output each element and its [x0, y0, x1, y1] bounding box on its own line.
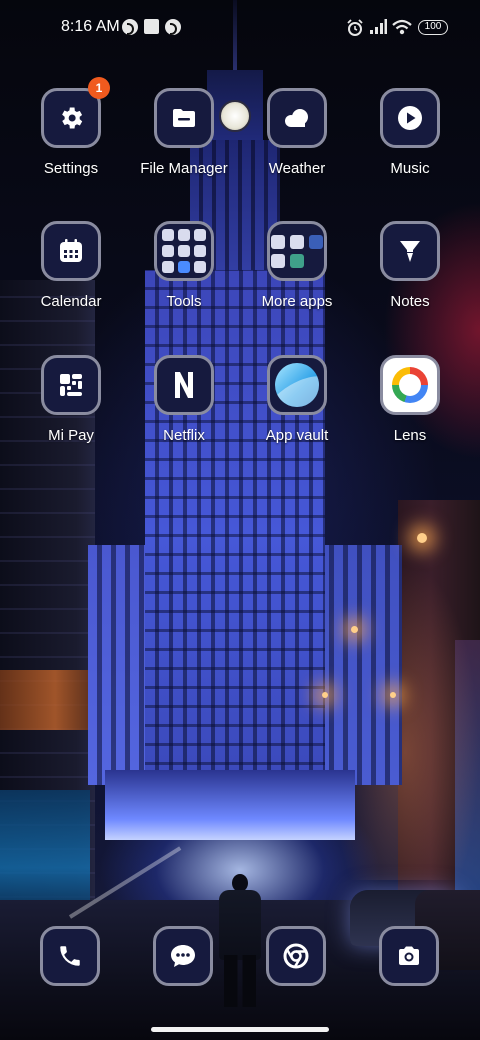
app-label: Music: [390, 160, 430, 177]
app-label: Tools: [166, 293, 202, 310]
app-label: Weather: [268, 160, 326, 177]
notes-icon: [400, 241, 420, 262]
dock-camera[interactable]: [379, 926, 439, 986]
netflix-icon: [175, 372, 193, 398]
tools-folder-tile[interactable]: [154, 221, 214, 281]
tower-base-glow: [105, 770, 355, 840]
weather-tile[interactable]: [267, 88, 327, 148]
app-lens[interactable]: Lens: [352, 355, 468, 444]
app-calendar[interactable]: Calendar: [13, 221, 129, 310]
dock-chrome[interactable]: [266, 926, 326, 986]
app-app-vault[interactable]: App vault: [239, 355, 355, 444]
tower-right-wing: [320, 545, 402, 785]
camera-icon: [399, 946, 419, 965]
app-label: Netflix: [163, 427, 205, 444]
folder-grid-icon: [271, 234, 323, 268]
street-lamp: [390, 692, 396, 698]
person-silhouette: [224, 955, 256, 1007]
music-tile[interactable]: [380, 88, 440, 148]
tower-main: [145, 270, 325, 800]
app-label: App vault: [265, 427, 329, 444]
app-label: Mi Pay: [48, 427, 94, 444]
mi-pay-tile[interactable]: [41, 355, 101, 415]
messages-icon: [171, 945, 195, 967]
signal-icon: [370, 19, 387, 34]
app-weather[interactable]: Weather: [239, 88, 355, 177]
app-music[interactable]: Music: [352, 88, 468, 177]
chrome-icon: [283, 943, 309, 969]
app-notes[interactable]: Notes: [352, 221, 468, 310]
camera-tile[interactable]: [379, 926, 439, 986]
street-lamp: [417, 533, 427, 543]
lens-tile[interactable]: [380, 355, 440, 415]
dock-messages[interactable]: [153, 926, 213, 986]
phone-tile[interactable]: [40, 926, 100, 986]
app-notification-icon: [165, 19, 181, 35]
folder-icon: [173, 109, 195, 127]
person-silhouette: [219, 890, 261, 960]
street-lamp: [351, 626, 358, 633]
square-notification-icon: [144, 19, 159, 34]
gear-icon: [62, 107, 83, 129]
app-settings[interactable]: 1 Settings: [13, 77, 129, 177]
app-vault-icon: [275, 363, 319, 407]
battery-icon: 100: [418, 20, 448, 35]
app-file-manager[interactable]: File Manager: [126, 88, 242, 177]
app-label: Calendar: [40, 293, 102, 310]
calendar-icon: [60, 239, 82, 262]
more-apps-folder-tile[interactable]: [267, 221, 327, 281]
gesture-navigation-bar[interactable]: [151, 1027, 329, 1032]
calendar-tile[interactable]: [41, 221, 101, 281]
app-label: More apps: [261, 293, 333, 310]
folder-tools[interactable]: Tools: [126, 221, 242, 310]
settings-tile[interactable]: 1: [41, 77, 110, 148]
notes-tile[interactable]: [380, 221, 440, 281]
app-label: Notes: [390, 293, 430, 310]
dock-phone[interactable]: [40, 926, 100, 986]
street-lamp: [322, 692, 328, 698]
app-netflix[interactable]: Netflix: [126, 355, 242, 444]
file-manager-tile[interactable]: [154, 88, 214, 148]
alarm-icon: [347, 19, 363, 36]
netflix-tile[interactable]: [154, 355, 214, 415]
messages-tile[interactable]: [153, 926, 213, 986]
folder-more-apps[interactable]: More apps: [239, 221, 355, 310]
left-building-band: [0, 670, 92, 730]
app-label: Settings: [43, 160, 99, 177]
app-mi-pay[interactable]: Mi Pay: [13, 355, 129, 444]
notification-badge: 1: [88, 77, 110, 99]
mi-pay-icon: [60, 374, 82, 396]
folder-grid-icon: [162, 229, 206, 273]
chrome-tile[interactable]: [266, 926, 326, 986]
status-bar: 8:16 AM 100: [0, 0, 480, 56]
app-label: Lens: [393, 427, 427, 444]
app-vault-tile[interactable]: [267, 355, 327, 415]
lens-icon: [392, 367, 428, 403]
app-notification-icon: [122, 19, 138, 35]
status-time: 8:16 AM: [61, 18, 120, 35]
phone-icon: [60, 946, 80, 966]
wifi-icon: [392, 19, 412, 35]
play-icon: [398, 106, 422, 130]
app-label: File Manager: [140, 160, 228, 177]
cloud-icon: [285, 109, 308, 127]
